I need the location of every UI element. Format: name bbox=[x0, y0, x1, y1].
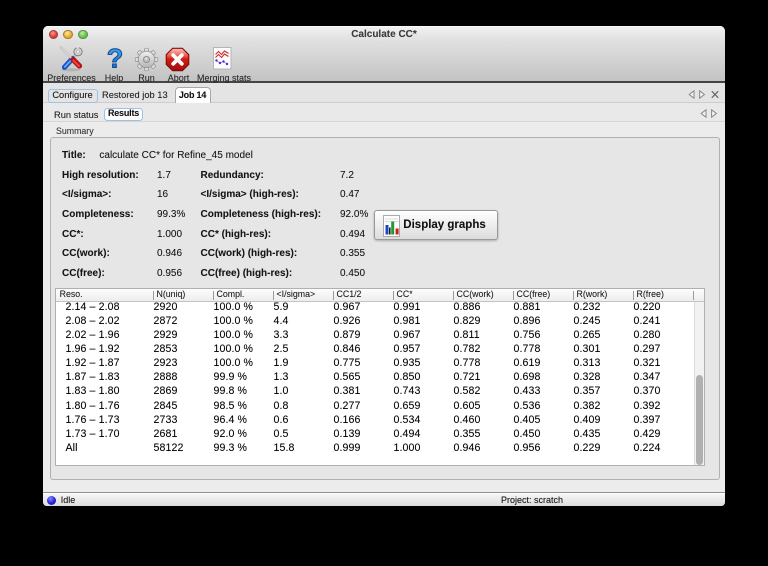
svg-text:?: ? bbox=[107, 46, 124, 72]
